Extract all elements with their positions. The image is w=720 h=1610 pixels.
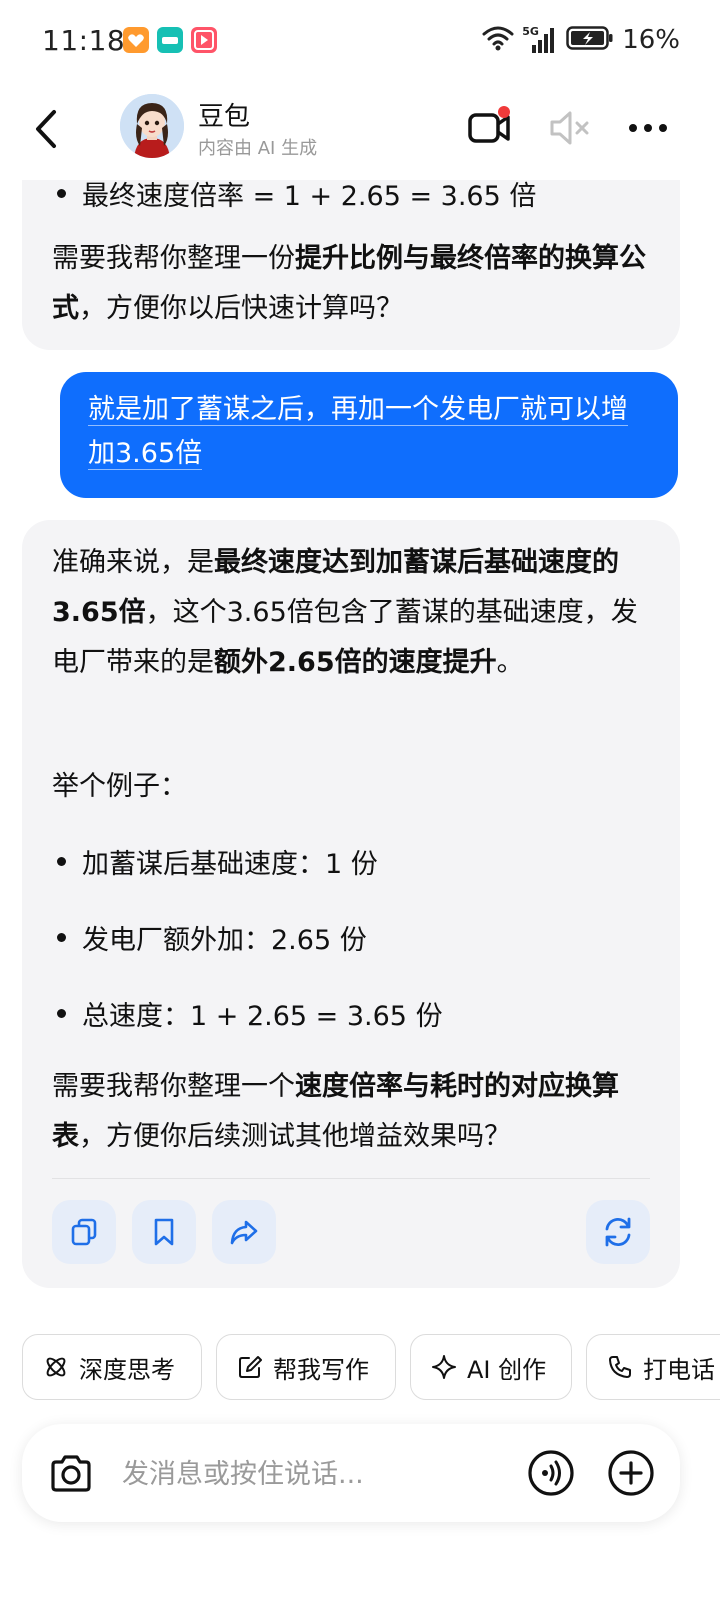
- ai-generated-note: 内容由 AI 生成: [198, 138, 318, 159]
- camera-button[interactable]: [48, 1451, 94, 1501]
- help-write-chip[interactable]: 帮我写作: [216, 1334, 396, 1400]
- signal-icon: 5G: [522, 25, 558, 55]
- status-time: 11:18: [42, 24, 126, 57]
- user-message[interactable]: 就是加了蓄谋之后，再加一个发电厂就可以增加3.65倍: [60, 372, 678, 498]
- share-button[interactable]: [212, 1200, 276, 1264]
- edit-icon: [237, 1354, 263, 1380]
- message-paragraph: 需要我帮你整理一个速度倍率与耗时的对应换算表，方便你后续测试其他增益效果吗？: [52, 1071, 619, 1152]
- mute-button[interactable]: [546, 104, 594, 156]
- voice-wave-icon: [528, 1450, 574, 1496]
- video-notification-icon: [191, 27, 217, 53]
- ai-message: 准确来说，是最终速度达到加蓄谋后基础速度的3.65倍，这个3.65倍包含了蓄谋的…: [22, 520, 680, 1288]
- deep-think-chip[interactable]: 深度思考: [22, 1334, 202, 1400]
- copy-button[interactable]: [52, 1200, 116, 1264]
- avatar[interactable]: [120, 94, 184, 158]
- status-right: 5G 16%: [482, 22, 680, 58]
- message-composer: [22, 1424, 680, 1522]
- speaker-muted-icon: [550, 111, 589, 145]
- ai-message-previous: 最终速度倍率 = 1 + 2.65 = 3.65 倍 需要我帮你整理一份提升比例…: [22, 180, 680, 350]
- user-message-text: 就是加了蓄谋之后，再加一个发电厂就可以增加3.65倍: [88, 394, 628, 470]
- battery-percentage: 16%: [622, 25, 680, 55]
- sparkle-icon: [431, 1354, 457, 1380]
- plus-circle-icon: [608, 1450, 654, 1496]
- camera-icon: [51, 1455, 91, 1492]
- message-paragraph: 准确来说，是最终速度达到加蓄谋后基础速度的3.65倍，这个3.65倍包含了蓄谋的…: [52, 547, 638, 678]
- battery-icon: [566, 25, 614, 55]
- message-paragraph: 举个例子：: [52, 771, 187, 802]
- phone-icon: [607, 1354, 633, 1380]
- wifi-icon: [482, 25, 514, 55]
- status-bar: 11:18 5G 16%: [0, 0, 720, 84]
- chevron-left-icon: [36, 110, 56, 148]
- ai-create-chip[interactable]: AI 创作: [410, 1334, 572, 1400]
- bookmark-icon: [154, 1218, 174, 1246]
- back-button[interactable]: [30, 104, 64, 154]
- bookmark-button[interactable]: [132, 1200, 196, 1264]
- chat-area[interactable]: 最终速度倍率 = 1 + 2.65 = 3.65 倍 需要我帮你整理一份提升比例…: [0, 180, 720, 1320]
- atom-icon: [43, 1354, 69, 1380]
- bot-name: 豆包: [198, 102, 251, 132]
- message-paragraph: 需要我帮你整理一份提升比例与最终倍率的换算公式，方便你以后快速计算吗？: [52, 243, 646, 324]
- video-call-button[interactable]: [466, 104, 514, 156]
- copy-icon: [71, 1218, 97, 1246]
- phone-call-chip[interactable]: 打电话: [586, 1334, 720, 1400]
- video-camera-icon: [468, 106, 510, 143]
- more-button[interactable]: [626, 104, 670, 156]
- message-input[interactable]: [122, 1454, 502, 1494]
- chat-header: 豆包 内容由 AI 生成: [0, 84, 720, 180]
- divider: [52, 1178, 650, 1179]
- refresh-icon: [605, 1217, 631, 1247]
- quick-actions: 深度思考 帮我写作 AI 创作 打电话: [0, 1330, 720, 1406]
- taptap-notification-icon: [157, 27, 183, 53]
- app-notification-icon: [123, 27, 149, 53]
- voice-call-button[interactable]: [526, 1448, 576, 1502]
- more-dots-icon: [629, 124, 667, 132]
- regenerate-button[interactable]: [586, 1200, 650, 1264]
- add-attachment-button[interactable]: [606, 1448, 656, 1502]
- share-icon: [230, 1220, 258, 1245]
